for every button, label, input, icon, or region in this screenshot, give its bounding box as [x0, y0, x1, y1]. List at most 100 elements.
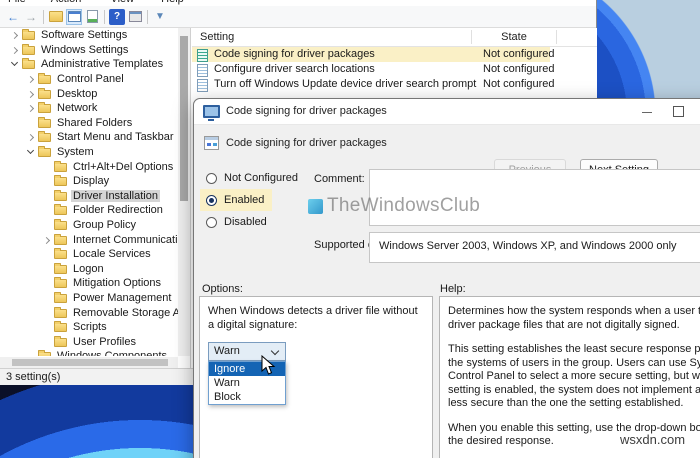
tree-item[interactable]: Group Policy: [0, 218, 178, 233]
tree-item[interactable]: Driver Installation: [0, 189, 178, 204]
tree-item[interactable]: Internet Communicati: [0, 232, 178, 247]
no-chevron: [42, 278, 52, 288]
filter-icon[interactable]: ▼: [152, 9, 168, 25]
chevron-right-icon[interactable]: [26, 89, 36, 99]
tree-item-label: System: [57, 146, 94, 159]
minimize-icon[interactable]: [642, 112, 652, 113]
tree-item-label: Software Settings: [41, 29, 128, 42]
tree-item[interactable]: Mitigation Options: [0, 276, 178, 291]
column-header-setting[interactable]: Setting: [200, 31, 234, 43]
tree-item[interactable]: User Profiles: [0, 334, 178, 349]
radio-not-configured[interactable]: Not Configured: [200, 167, 306, 189]
maximize-icon[interactable]: [673, 106, 684, 117]
folder-icon: [54, 189, 67, 201]
tree-item-label: Mitigation Options: [73, 277, 162, 290]
show-console-tree-icon[interactable]: [66, 8, 82, 25]
forward-icon[interactable]: →: [23, 9, 39, 25]
tree-item-label: Network: [57, 102, 98, 115]
folder-icon: [54, 321, 67, 333]
chevron-right-icon[interactable]: [10, 45, 20, 55]
scrollbar-thumb[interactable]: [12, 359, 168, 366]
dialog-title-bar: Code signing for driver packages: [194, 99, 700, 125]
tree-item[interactable]: Display: [0, 174, 178, 189]
settings-row[interactable]: Code signing for driver packages Not conf…: [192, 47, 555, 62]
tree-item[interactable]: Ctrl+Alt+Del Options: [0, 159, 178, 174]
console-window-icon[interactable]: [127, 9, 143, 25]
toolbar-separator: [104, 9, 105, 24]
tree-item[interactable]: Scripts: [0, 320, 178, 335]
dropdown-option[interactable]: Warn: [209, 376, 285, 390]
no-chevron: [42, 322, 52, 332]
chevron-right-icon[interactable]: [10, 30, 20, 40]
thewindowsclub-logo-icon: [308, 198, 323, 214]
tree-item-label: Desktop: [57, 87, 98, 100]
no-chevron: [42, 249, 52, 259]
tree-horizontal-scrollbar[interactable]: [0, 357, 178, 368]
chevron-down-icon[interactable]: [26, 147, 36, 157]
tree-item[interactable]: Shared Folders: [0, 116, 178, 131]
dropdown-option[interactable]: Block: [209, 390, 285, 404]
settings-row[interactable]: Configure driver search locations Not con…: [192, 62, 555, 77]
up-folder-icon[interactable]: [48, 9, 64, 25]
column-divider[interactable]: [556, 30, 557, 44]
folder-icon: [22, 43, 35, 55]
column-header-state[interactable]: State: [472, 31, 556, 43]
tree-item-label: Administrative Templates: [41, 58, 164, 71]
help-paragraph: Determines how the system responds when …: [448, 305, 700, 332]
radio-enabled[interactable]: Enabled: [200, 189, 273, 211]
no-chevron: [42, 191, 52, 201]
folder-icon: [38, 87, 51, 99]
policy-icon: [204, 136, 219, 150]
radio-disabled[interactable]: Disabled: [200, 211, 275, 233]
tree-item[interactable]: Desktop: [0, 86, 178, 101]
menu-help[interactable]: Help: [161, 0, 184, 5]
settings-row[interactable]: Turn off Windows Update device driver se…: [192, 77, 555, 92]
tree-item[interactable]: Windows Components: [0, 349, 178, 356]
folder-icon: [38, 131, 51, 143]
tree-item[interactable]: System: [0, 145, 178, 160]
tree-item[interactable]: Locale Services: [0, 247, 178, 262]
tree-item[interactable]: Logon: [0, 262, 178, 277]
no-chevron: [42, 308, 52, 318]
menu-action[interactable]: Action: [51, 0, 82, 5]
tree-item[interactable]: Folder Redirection: [0, 203, 178, 218]
tree-item[interactable]: Windows Settings: [0, 43, 178, 58]
no-chevron: [42, 176, 52, 186]
setting-state: Not configured: [483, 78, 555, 90]
chevron-right-icon[interactable]: [42, 235, 52, 245]
comment-label: Comment:: [314, 173, 365, 185]
tree-item[interactable]: Administrative Templates: [0, 57, 178, 72]
tree-item-label: Removable Storage Ac: [73, 306, 178, 319]
menu-file[interactable]: File: [8, 0, 26, 5]
folder-icon: [54, 233, 67, 245]
policy-icon: [197, 64, 208, 77]
help-line: less secure than the one the setting est…: [448, 397, 684, 409]
policy-icon: [197, 49, 208, 62]
no-chevron: [42, 162, 52, 172]
radio-label: Disabled: [224, 216, 267, 228]
setting-state: Not configured: [483, 63, 555, 75]
chevron-down-icon[interactable]: [10, 59, 20, 69]
tree-item[interactable]: Power Management: [0, 291, 178, 306]
options-panel: When Windows detects a driver file witho…: [199, 296, 433, 458]
tree-item[interactable]: Removable Storage Ac: [0, 305, 178, 320]
tree-item[interactable]: Control Panel: [0, 72, 178, 87]
chevron-right-icon[interactable]: [26, 74, 36, 84]
tree-vertical-scrollbar[interactable]: [178, 28, 190, 356]
back-icon[interactable]: ←: [5, 9, 21, 25]
tree-item[interactable]: Software Settings: [0, 28, 178, 43]
export-list-icon[interactable]: [84, 9, 100, 25]
chevron-right-icon[interactable]: [26, 103, 36, 113]
menu-view[interactable]: View: [110, 0, 134, 5]
tree-item-label: Locale Services: [73, 248, 151, 261]
no-chevron: [42, 293, 52, 303]
scrollbar-thumb[interactable]: [180, 36, 188, 201]
tree-item[interactable]: Network: [0, 101, 178, 116]
tree-item-label: Group Policy: [73, 219, 136, 232]
setting-name: Code signing for driver packages: [214, 48, 375, 60]
folder-icon: [54, 248, 67, 260]
pane-splitter[interactable]: [190, 28, 191, 368]
tree-item[interactable]: Start Menu and Taskbar: [0, 130, 178, 145]
chevron-right-icon[interactable]: [26, 132, 36, 142]
help-icon[interactable]: ?: [109, 8, 125, 25]
